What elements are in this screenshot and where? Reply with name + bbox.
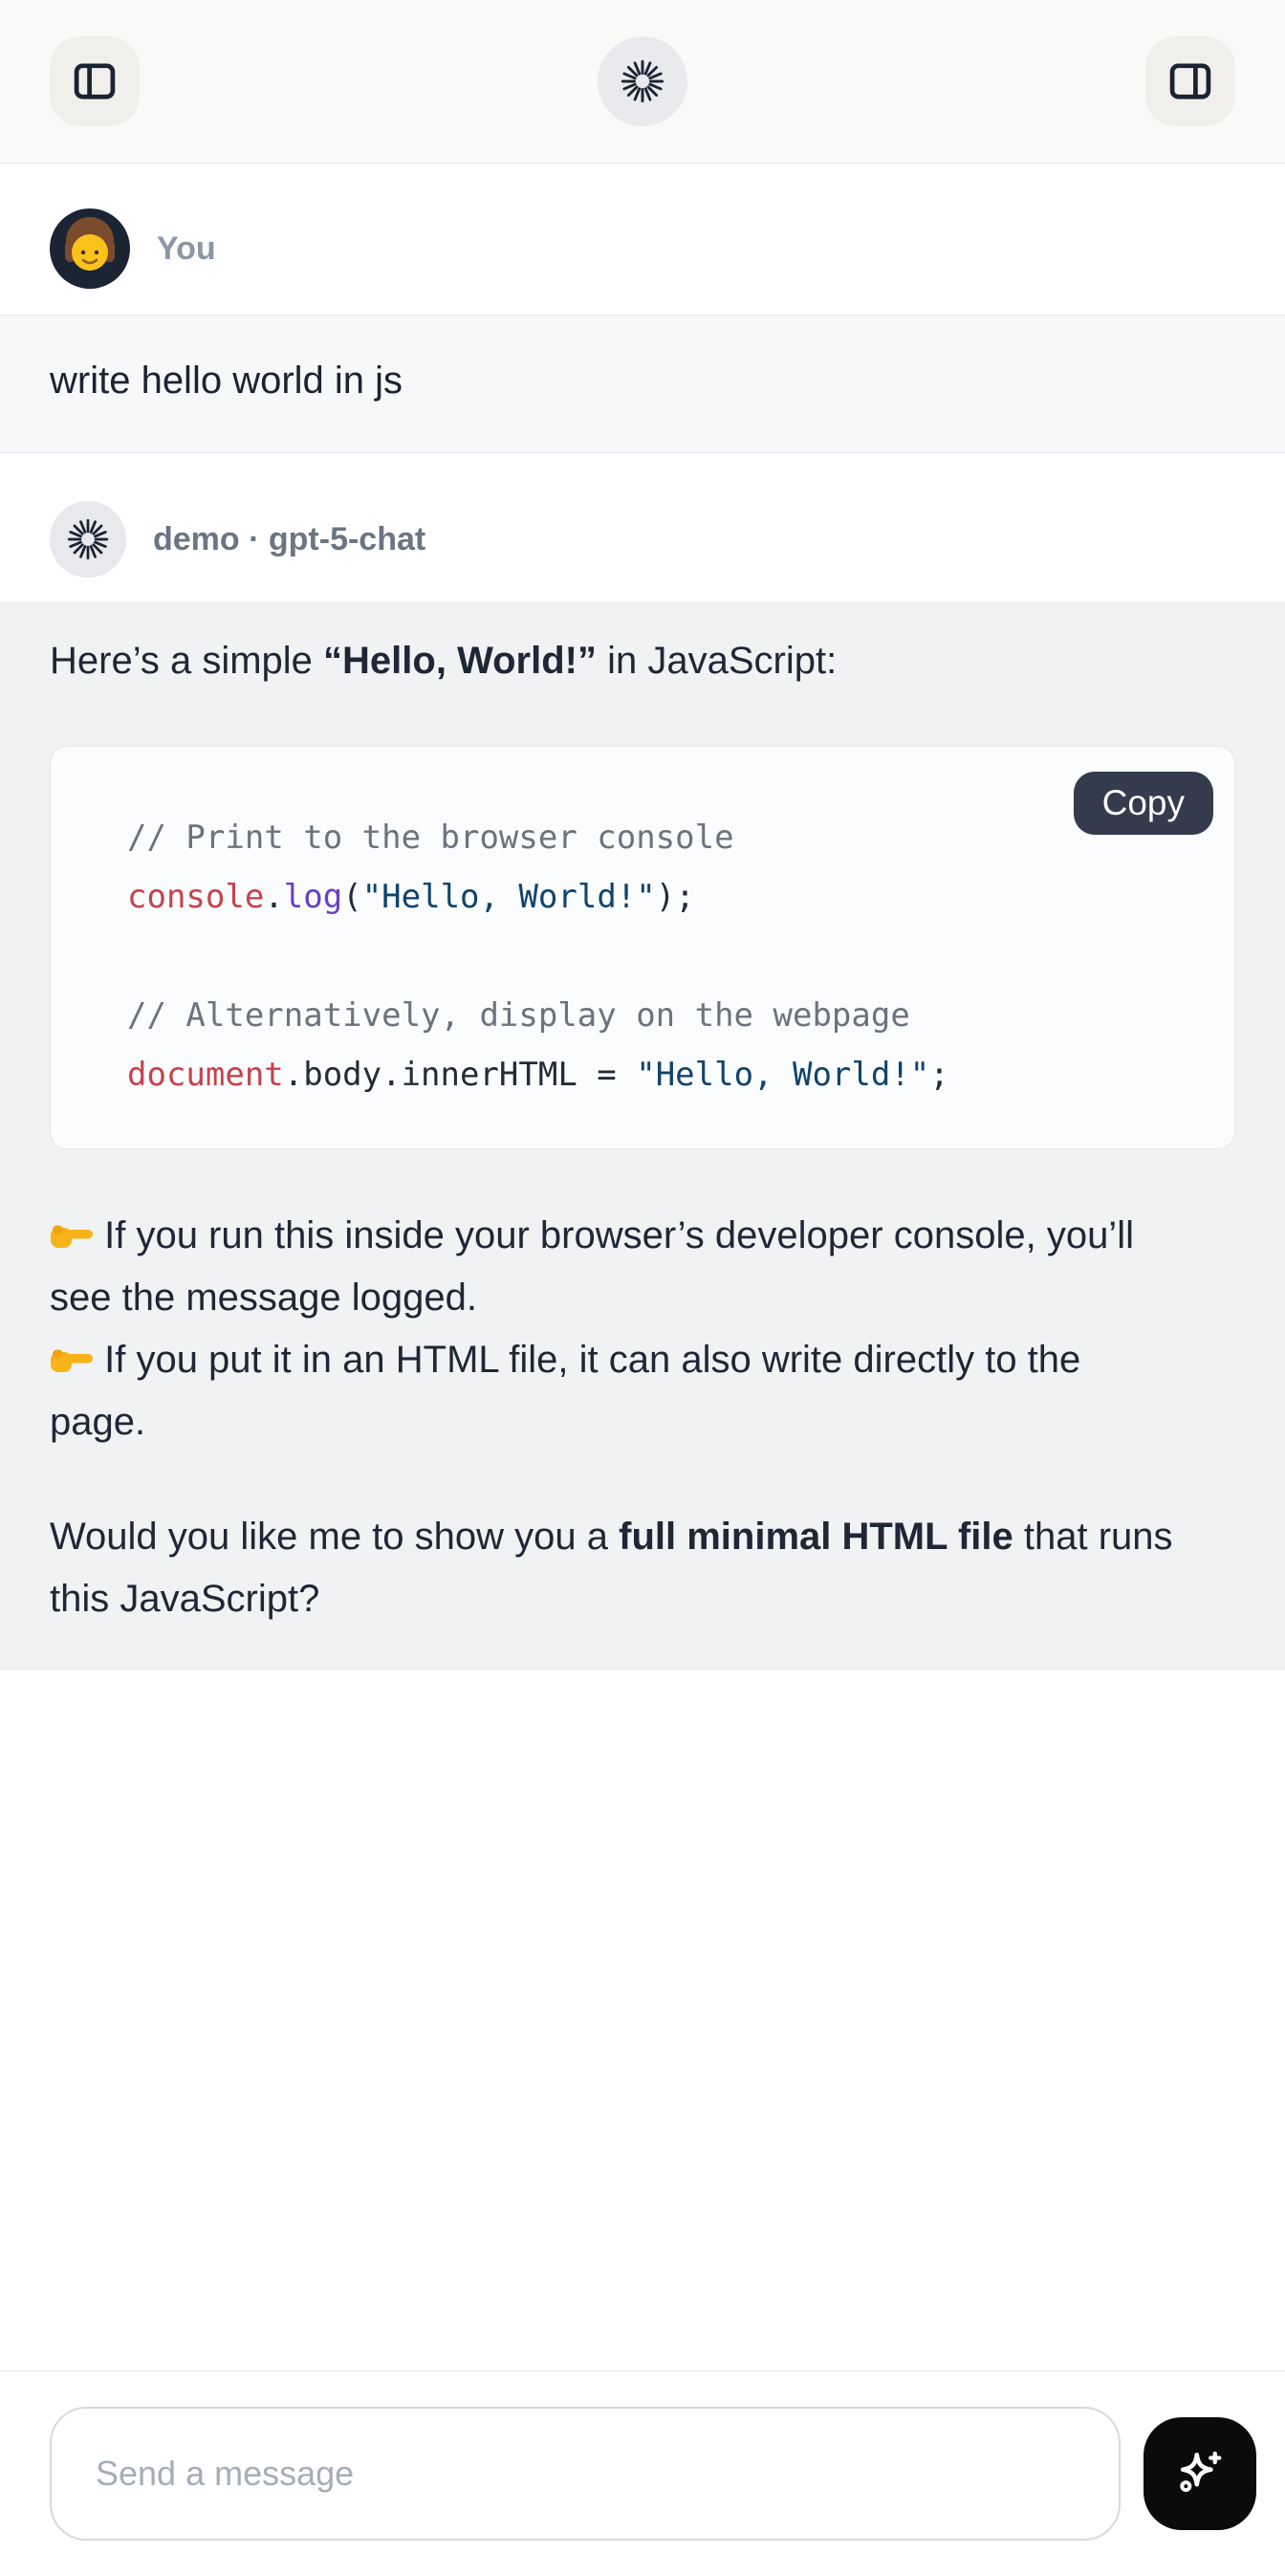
assistant-message-header: demo · gpt-5-chat bbox=[0, 453, 1285, 601]
assistant-message-bubble: Here’s a simple “Hello, World!” in JavaS… bbox=[0, 601, 1285, 1670]
code-line: // Alternatively, display on the webpage bbox=[127, 986, 1196, 1045]
starburst-icon bbox=[67, 518, 109, 560]
user-author-label: You bbox=[157, 230, 216, 268]
assistant-author-label: demo · gpt-5-chat bbox=[153, 521, 425, 558]
assistant-pointers: If you run this inside your browser’s de… bbox=[50, 1205, 1235, 1453]
code-line: document.body.innerHTML = "Hello, World!… bbox=[127, 1045, 1196, 1104]
code-content: // Print to the browser consoleconsole.l… bbox=[127, 808, 1196, 1104]
code-line: // Print to the browser console bbox=[127, 808, 1196, 867]
pointing-right-emoji bbox=[50, 1217, 94, 1254]
panel-left-icon bbox=[69, 55, 120, 107]
copy-button[interactable]: Copy bbox=[1074, 772, 1213, 835]
composer-bar bbox=[0, 2370, 1285, 2576]
person-emoji bbox=[50, 208, 130, 289]
user-message-bubble: write hello world in js bbox=[0, 315, 1285, 453]
assistant-avatar bbox=[50, 501, 126, 578]
code-line: console.log("Hello, World!"); bbox=[127, 867, 1196, 927]
right-panel-toggle-button[interactable] bbox=[1145, 36, 1235, 126]
chat-scroll-area: You write hello world in js demo · gpt-5… bbox=[0, 164, 1285, 1670]
message-input[interactable] bbox=[50, 2407, 1121, 2541]
pointing-right-emoji bbox=[50, 1342, 94, 1378]
code-block: Copy // Print to the browser consolecons… bbox=[50, 746, 1235, 1149]
pointer-line: If you run this inside your browser’s de… bbox=[50, 1205, 1235, 1329]
sparkle-icon bbox=[1169, 2443, 1231, 2504]
user-message-text: write hello world in js bbox=[50, 360, 403, 402]
user-avatar bbox=[50, 208, 130, 289]
send-button[interactable] bbox=[1143, 2417, 1256, 2530]
assistant-followup-text: Would you like me to show you a full min… bbox=[50, 1506, 1235, 1630]
pointer-line: If you put it in an HTML file, it can al… bbox=[50, 1329, 1235, 1453]
starburst-icon bbox=[621, 59, 664, 103]
brand-button[interactable] bbox=[598, 36, 687, 126]
assistant-intro-text: Here’s a simple “Hello, World!” in JavaS… bbox=[50, 630, 1235, 692]
sidebar-toggle-button[interactable] bbox=[50, 36, 140, 126]
top-bar bbox=[0, 0, 1285, 164]
panel-right-icon bbox=[1165, 55, 1216, 107]
user-message-header: You bbox=[0, 164, 1285, 315]
code-line bbox=[127, 927, 1196, 986]
